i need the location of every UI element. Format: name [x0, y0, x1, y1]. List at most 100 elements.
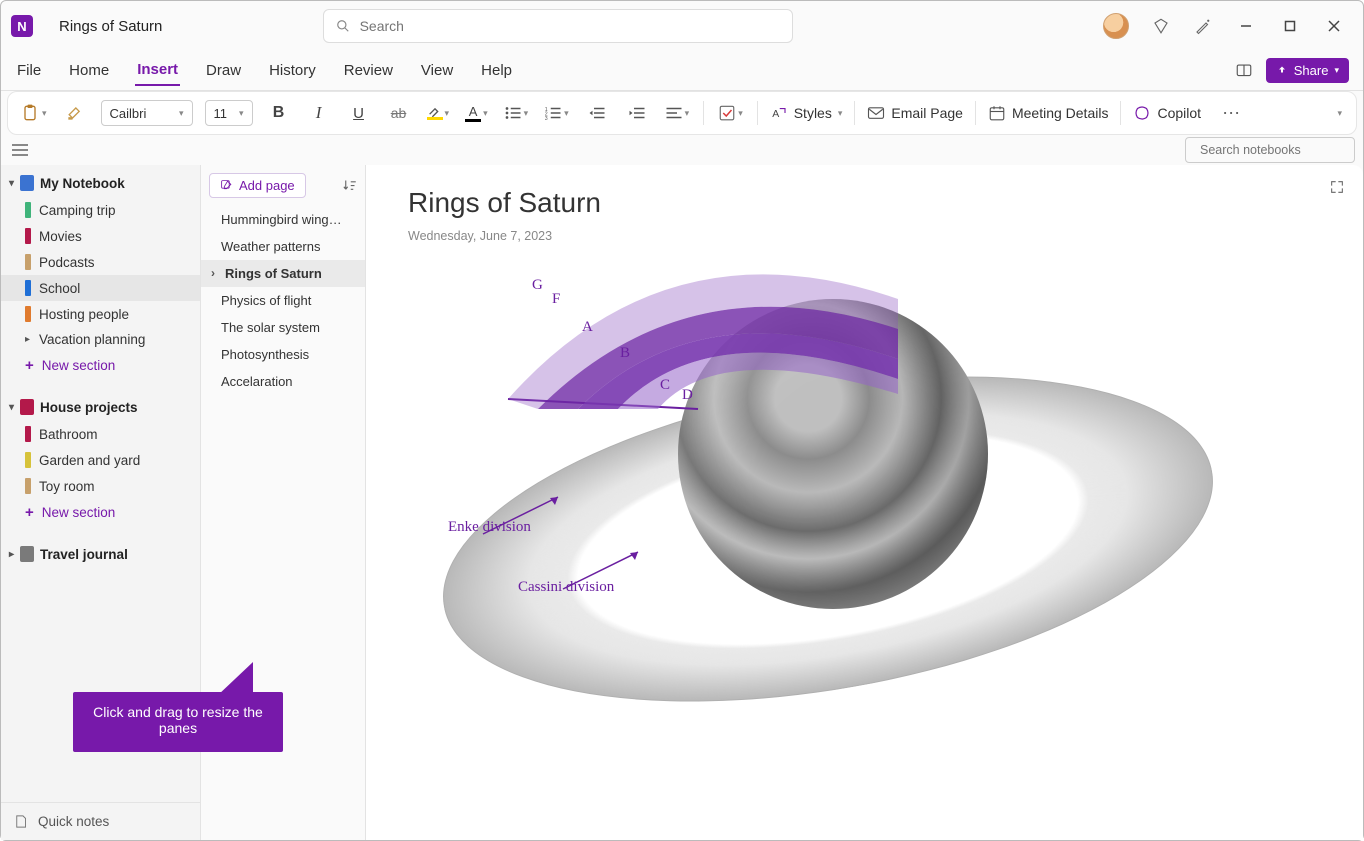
reading-view-icon[interactable] [1234, 61, 1254, 81]
tab-history[interactable]: History [267, 56, 318, 85]
close-button[interactable] [1323, 15, 1345, 37]
compose-icon [220, 179, 233, 192]
section-item[interactable]: Hosting people [1, 301, 200, 327]
align-button[interactable]: ▾ [663, 99, 692, 127]
note-canvas[interactable]: Rings of Saturn Wednesday, June 7, 2023 … [366, 165, 1363, 840]
numbering-button[interactable]: 123▾ [542, 99, 571, 127]
section-item[interactable]: Camping trip [1, 197, 200, 223]
note-date: Wednesday, June 7, 2023 [408, 229, 808, 249]
tab-view[interactable]: View [419, 56, 455, 85]
global-search[interactable] [323, 9, 793, 43]
quick-notes-label: Quick notes [38, 814, 109, 829]
notebooks-search[interactable]: ▾ [1185, 137, 1355, 163]
tab-help[interactable]: Help [479, 56, 514, 85]
pen-sparkle-icon[interactable] [1193, 16, 1213, 36]
ring-label-a: A [582, 319, 593, 336]
notebook-header[interactable]: ▾ House projects [1, 393, 200, 421]
section-item[interactable]: Garden and yard [1, 447, 200, 473]
highlight-icon [427, 106, 443, 120]
new-section-button[interactable]: +New section [1, 499, 200, 526]
indent-button[interactable] [623, 99, 651, 127]
copilot-icon [1133, 104, 1151, 122]
calendar-icon [988, 104, 1006, 122]
paste-button[interactable]: ▾ [18, 99, 49, 127]
maximize-button[interactable] [1279, 15, 1301, 37]
ribbon-collapse-button[interactable]: ▾ [1337, 108, 1346, 119]
notebook-header[interactable]: ▾ My Notebook [1, 169, 200, 197]
section-item[interactable]: Podcasts [1, 249, 200, 275]
paintbrush-icon [65, 103, 85, 123]
page-item[interactable]: The solar system [201, 314, 365, 341]
strikethrough-button[interactable]: ab [385, 99, 413, 127]
add-page-label: Add page [239, 178, 295, 193]
section-item[interactable]: ▸Vacation planning [1, 327, 200, 352]
outdent-button[interactable] [583, 99, 611, 127]
search-icon [336, 19, 350, 33]
font-name-value: Cailbri [110, 106, 147, 121]
note-title[interactable]: Rings of Saturn [408, 187, 1321, 219]
share-button[interactable]: Share ▾ [1266, 58, 1349, 83]
copilot-label: Copilot [1157, 105, 1201, 121]
svg-text:3: 3 [545, 116, 548, 121]
indent-icon [628, 105, 646, 121]
user-avatar[interactable] [1103, 13, 1129, 39]
envelope-icon [867, 106, 885, 120]
add-page-button[interactable]: Add page [209, 173, 306, 198]
bullets-button[interactable]: ▾ [502, 99, 531, 127]
nav-toggle-button[interactable] [9, 139, 31, 161]
tab-insert[interactable]: Insert [135, 55, 180, 86]
align-icon [665, 105, 683, 121]
annotation-cassini: Cassini division [518, 579, 614, 596]
font-size-value: 11 [214, 106, 228, 121]
notebook-header[interactable]: ▸ Travel journal [1, 540, 200, 568]
quick-notes-button[interactable]: Quick notes [1, 802, 200, 840]
ring-label-d: D [682, 387, 693, 404]
ribbon: ▾ Cailbri▾ 11▾ B I U ab ▾ A▾ ▾ 123▾ ▾ ▾ … [7, 91, 1357, 135]
diamond-icon[interactable] [1151, 16, 1171, 36]
page-item[interactable]: Hummingbird wing… [201, 206, 365, 233]
document-title: Rings of Saturn [43, 18, 162, 35]
ribbon-overflow-button[interactable]: ⋯ [1217, 99, 1245, 127]
page-item[interactable]: Photosynthesis [201, 341, 365, 368]
todo-tag-button[interactable]: ▾ [716, 99, 745, 127]
fullscreen-button[interactable] [1329, 179, 1345, 195]
highlight-button[interactable]: ▾ [425, 99, 452, 127]
page-icon [13, 813, 28, 830]
share-icon [1276, 65, 1288, 77]
page-item[interactable]: Accelaration [201, 368, 365, 395]
section-item[interactable]: School [1, 275, 200, 301]
notebooks-search-input[interactable] [1200, 143, 1361, 157]
tab-home[interactable]: Home [67, 56, 111, 85]
font-color-button[interactable]: A▾ [463, 99, 490, 127]
underline-button[interactable]: U [345, 99, 373, 127]
ring-label-b: B [620, 345, 630, 362]
section-item[interactable]: Bathroom [1, 421, 200, 447]
tab-file[interactable]: File [15, 56, 43, 85]
font-size-select[interactable]: 11▾ [205, 100, 253, 126]
bold-button[interactable]: B [265, 99, 293, 127]
styles-button[interactable]: A Styles▾ [770, 104, 843, 122]
ring-label-f: F [552, 291, 560, 308]
page-item[interactable]: Physics of flight [201, 287, 365, 314]
section-item[interactable]: Toy room [1, 473, 200, 499]
tab-review[interactable]: Review [342, 56, 395, 85]
section-item[interactable]: Movies [1, 223, 200, 249]
sort-pages-button[interactable] [342, 178, 357, 193]
meeting-details-label: Meeting Details [1012, 105, 1109, 121]
italic-button[interactable]: I [305, 99, 333, 127]
format-painter-button[interactable] [61, 99, 89, 127]
tab-draw[interactable]: Draw [204, 56, 243, 85]
meeting-details-button[interactable]: Meeting Details [988, 104, 1109, 122]
global-search-input[interactable] [360, 18, 780, 34]
font-name-select[interactable]: Cailbri▾ [101, 100, 193, 126]
app-icon: N [11, 15, 33, 37]
page-item[interactable]: Weather patterns [201, 233, 365, 260]
minimize-button[interactable] [1235, 15, 1257, 37]
page-item[interactable]: Rings of Saturn [201, 260, 365, 287]
share-label: Share [1294, 63, 1329, 78]
menu-tabs: File Home Insert Draw History Review Vie… [1, 51, 1363, 91]
new-section-button[interactable]: +New section [1, 352, 200, 379]
copilot-button[interactable]: Copilot [1133, 104, 1201, 122]
email-page-button[interactable]: Email Page [867, 105, 963, 121]
font-color-icon: A [465, 104, 481, 122]
